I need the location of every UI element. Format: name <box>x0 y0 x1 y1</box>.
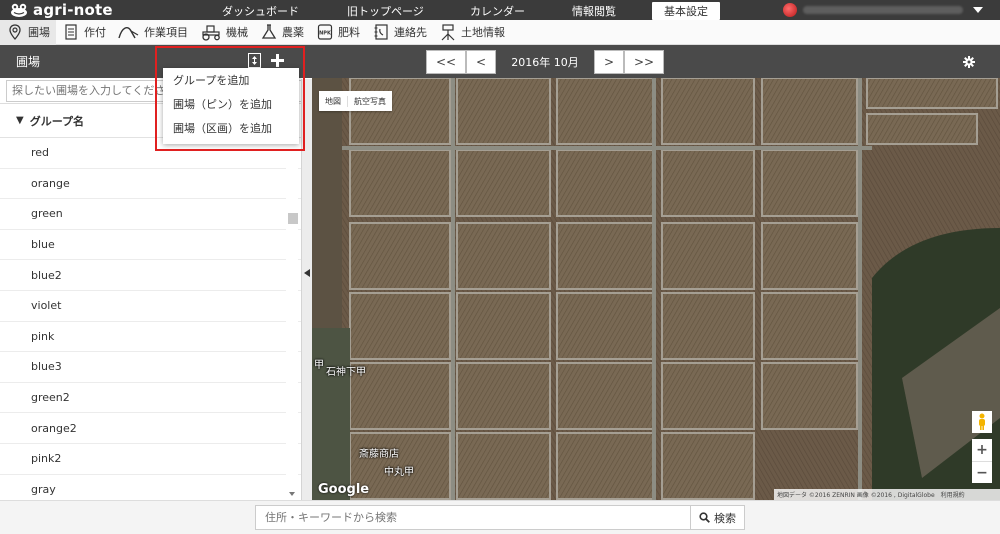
menu-item-label: 肥料 <box>338 26 360 39</box>
user-name-blurred <box>803 6 963 14</box>
list-item[interactable]: violet <box>0 291 312 322</box>
next-year-button[interactable]: >> <box>624 50 664 74</box>
logo-text: agri-note <box>33 1 113 19</box>
search-icon <box>699 512 710 523</box>
list-item[interactable]: blue <box>0 230 312 261</box>
menu-item-label: 機械 <box>226 26 248 39</box>
caret-down-icon <box>973 7 983 13</box>
menu-item-machines[interactable]: 機械 <box>194 20 254 45</box>
menu-item-label: 圃場 <box>28 26 50 39</box>
app-logo[interactable]: agri-note <box>10 1 113 19</box>
list-scrollbar[interactable] <box>286 138 298 500</box>
map-type-control: 地図 航空写真 <box>319 91 392 111</box>
scroll-down-icon[interactable] <box>289 492 295 496</box>
list-item[interactable]: green2 <box>0 383 312 414</box>
scrollbar-thumb[interactable] <box>288 213 298 224</box>
collapse-left-icon <box>304 269 310 277</box>
menu-item-contacts[interactable]: 連絡先 <box>366 20 433 45</box>
place-label: 石神下甲 <box>326 367 366 378</box>
map-header: << < 2016年 10月 > >> <box>312 45 1000 78</box>
npk-bag-icon: NPK <box>317 24 333 40</box>
list-item[interactable]: orange2 <box>0 413 312 444</box>
place-label: 斎藤商店 <box>359 449 399 460</box>
address-search-input[interactable] <box>255 505 691 530</box>
menu-item-label: 作業項目 <box>144 26 188 39</box>
prev-year-button[interactable]: << <box>426 50 466 74</box>
highlight-box <box>155 46 305 151</box>
group-header-label: グループ名 <box>29 114 85 128</box>
map-attribution: 地図データ ©2016 ZENRIN 画像 ©2016 , DigitalGlo… <box>774 489 1000 500</box>
field-list: red orange green blue blue2 violet pink … <box>0 138 312 506</box>
list-item[interactable]: green <box>0 199 312 230</box>
menu-item-pesticides[interactable]: 農薬 <box>254 20 310 45</box>
menu-item-field[interactable]: 圃場 <box>0 19 56 45</box>
prev-month-button[interactable]: < <box>466 50 496 74</box>
flask-icon <box>261 24 277 39</box>
map-type-map[interactable]: 地図 <box>319 96 347 107</box>
menu-bar: 圃場 作付 作業項目 機械 農薬 NPK 肥料 連絡先 土地情報 <box>0 19 1000 45</box>
satellite-map[interactable]: 地図 航空写真 甲 石神下甲 斎藤商店 中丸甲 + − Google 地図データ… <box>312 78 1000 500</box>
avatar <box>783 3 797 17</box>
list-item[interactable]: blue3 <box>0 352 312 383</box>
menu-item-tasks[interactable]: 作業項目 <box>112 20 194 45</box>
current-month: 2016年 10月 <box>511 56 579 69</box>
list-item[interactable]: pink <box>0 322 312 353</box>
field-panel-title: 圃場 <box>16 55 41 69</box>
list-item[interactable]: orange <box>0 169 312 200</box>
svg-text:NPK: NPK <box>319 31 332 37</box>
terms-link[interactable]: 利用規約 <box>941 490 965 499</box>
survey-icon <box>441 24 455 41</box>
map-type-satellite[interactable]: 航空写真 <box>347 95 392 107</box>
gear-icon[interactable] <box>963 56 975 68</box>
satellite-imagery <box>312 78 1000 500</box>
menu-item-label: 連絡先 <box>394 26 427 39</box>
work-curve-icon <box>118 26 139 39</box>
place-label: 中丸甲 <box>384 467 414 478</box>
street-view-pegman[interactable] <box>972 411 992 433</box>
zoom-in-button[interactable]: + <box>972 439 992 461</box>
zoom-out-button[interactable]: − <box>972 462 992 484</box>
search-button-label: 検索 <box>714 511 736 525</box>
month-navigator: << < 2016年 10月 > >> <box>426 50 664 74</box>
list-item[interactable]: pink2 <box>0 444 312 475</box>
nav-old-top[interactable]: 旧トップページ <box>347 3 424 19</box>
frog-logo-icon <box>11 3 27 17</box>
document-icon <box>65 24 77 40</box>
menu-item-label: 土地情報 <box>461 26 505 39</box>
top-header: agri-note ダッシュボード 旧トップページ カレンダー 情報閲覧 基本設… <box>0 0 1000 20</box>
menu-item-land[interactable]: 土地情報 <box>433 20 511 45</box>
pegman-icon <box>979 413 985 430</box>
triangle-down-icon: ▼ <box>16 115 24 126</box>
bottom-search-bar: 検索 <box>0 500 1000 534</box>
map-pin-icon <box>9 24 21 40</box>
nav-calendar[interactable]: カレンダー <box>470 3 525 19</box>
menu-item-label: 作付 <box>84 26 106 39</box>
list-item[interactable]: blue2 <box>0 260 312 291</box>
menu-item-planting[interactable]: 作付 <box>56 20 112 45</box>
user-menu[interactable] <box>783 2 988 18</box>
menu-item-label: 農薬 <box>282 26 304 39</box>
nav-info[interactable]: 情報閲覧 <box>572 3 616 19</box>
phonebook-icon <box>374 24 388 40</box>
tractor-icon <box>202 25 220 41</box>
google-logo: Google <box>318 482 370 497</box>
attribution-text: 地図データ ©2016 ZENRIN 画像 ©2016 , DigitalGlo… <box>777 492 935 499</box>
zoom-control: + − <box>972 439 992 483</box>
nav-settings[interactable]: 基本設定 <box>652 2 720 20</box>
next-month-button[interactable]: > <box>594 50 624 74</box>
menu-item-fertilizer[interactable]: NPK 肥料 <box>310 20 366 45</box>
nav-dashboard[interactable]: ダッシュボード <box>222 3 299 19</box>
search-button[interactable]: 検索 <box>690 505 745 530</box>
place-label: 甲 <box>314 360 324 371</box>
